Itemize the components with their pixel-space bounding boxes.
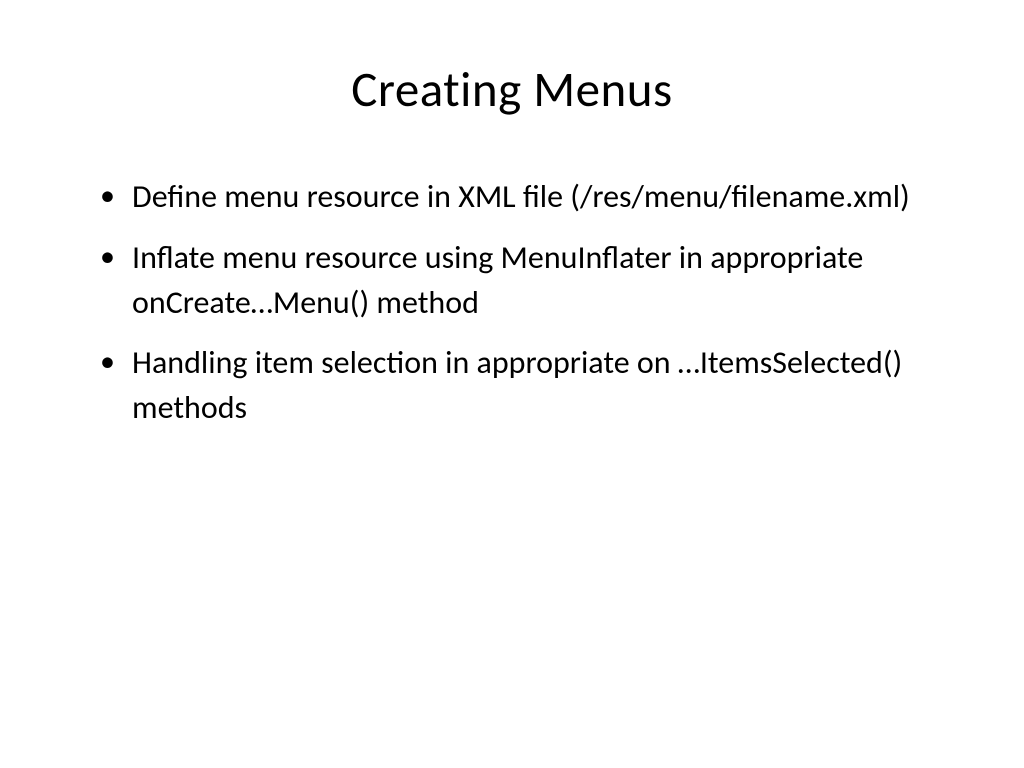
list-item: Inflate menu resource using MenuInflater… [100, 236, 954, 326]
slide: Creating Menus Define menu resource in X… [0, 0, 1024, 768]
list-item: Handling item selection in appropriate o… [100, 341, 954, 431]
list-item: Define menu resource in XML file (/res/m… [100, 175, 954, 220]
bullet-list: Define menu resource in XML file (/res/m… [70, 175, 954, 431]
slide-title: Creating Menus [70, 60, 954, 120]
